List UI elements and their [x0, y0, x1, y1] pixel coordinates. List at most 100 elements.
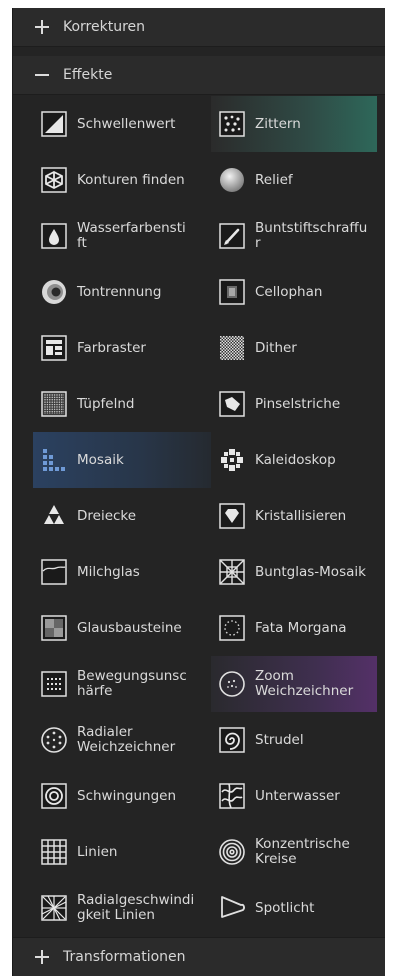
- effects-row: Glausbausteine Fata Morgana: [13, 600, 385, 656]
- effect-swirl[interactable]: Strudel: [211, 712, 385, 768]
- section-transformationen[interactable]: Transformationen: [13, 937, 385, 976]
- stipple-icon: [39, 389, 69, 419]
- effect-concentric-circles[interactable]: Konzentrische Kreise: [211, 824, 385, 880]
- effect-label: Glausbausteine: [77, 619, 182, 636]
- motion-blur-icon: [39, 669, 69, 699]
- collapse-minus-icon: [35, 68, 49, 82]
- effect-label: Relief: [255, 171, 293, 188]
- effect-lines[interactable]: Linien: [33, 824, 211, 880]
- cellophane-icon: [217, 277, 247, 307]
- effects-row: Bewegungsunsc härfe Zoom Weichzeichner: [13, 656, 385, 712]
- effects-row: Wasserfarbensti ft Buntstiftschraffu r: [13, 208, 385, 264]
- section-korrekturen[interactable]: Korrekturen: [13, 8, 385, 47]
- effect-mosaic[interactable]: Mosaik: [33, 432, 211, 488]
- effect-label: Schwellenwert: [77, 115, 176, 132]
- effect-cellophane[interactable]: Cellophan: [211, 264, 385, 320]
- frosted-glass-icon: [39, 557, 69, 587]
- effect-kaleidoscope[interactable]: Kaleidoskop: [211, 432, 385, 488]
- expand-plus-icon: [35, 950, 49, 964]
- effect-stained-glass[interactable]: Buntglas-Mosaik: [211, 544, 385, 600]
- posterize-icon: [39, 277, 69, 307]
- find-edges-icon: [39, 165, 69, 195]
- effect-zoom-blur[interactable]: Zoom Weichzeichner: [211, 656, 385, 712]
- effects-row: Dreiecke Kristallisieren: [13, 488, 385, 544]
- zoom-blur-icon: [217, 669, 247, 699]
- effect-label: Schwingungen: [77, 787, 177, 804]
- effects-row: Linien Konzentrische Kreise: [13, 824, 385, 880]
- effect-label: Linien: [77, 843, 118, 860]
- concentric-circles-icon: [217, 837, 247, 867]
- effect-label: Unterwasser: [255, 787, 340, 804]
- mosaic-icon: [39, 445, 69, 475]
- effect-threshold[interactable]: Schwellenwert: [33, 96, 211, 152]
- effect-label: Dreiecke: [77, 507, 137, 524]
- effect-ripple[interactable]: Schwingungen: [33, 768, 211, 824]
- effect-posterize[interactable]: Tontrennung: [33, 264, 211, 320]
- lines-icon: [39, 837, 69, 867]
- effect-label: Fata Morgana: [255, 619, 347, 636]
- effect-watercolor[interactable]: Wasserfarbensti ft: [33, 208, 211, 264]
- effect-jitter[interactable]: Zittern: [211, 96, 385, 152]
- effect-label: Kristallisieren: [255, 507, 347, 524]
- effect-radial-blur[interactable]: Radialer Weichzeichner: [33, 712, 211, 768]
- effects-row: Tontrennung Cellophan: [13, 264, 385, 320]
- spotlight-icon: [217, 893, 247, 923]
- effect-label: Wasserfarbensti ft: [77, 220, 186, 251]
- jitter-icon: [217, 109, 247, 139]
- pencil-hatch-icon: [217, 221, 247, 251]
- section-effekte-label: Effekte: [63, 67, 113, 83]
- relief-icon: [217, 165, 247, 195]
- effect-label: Buntstiftschraffu r: [255, 220, 368, 251]
- effect-motion-blur[interactable]: Bewegungsunsc härfe: [33, 656, 211, 712]
- stained-glass-icon: [217, 557, 247, 587]
- effects-row: Schwellenwert Zittern: [13, 96, 385, 152]
- effect-label: Spotlicht: [255, 899, 315, 916]
- effect-pencil-hatch[interactable]: Buntstiftschraffu r: [211, 208, 385, 264]
- effect-label: Zoom Weichzeichner: [255, 668, 354, 699]
- crystallize-icon: [217, 501, 247, 531]
- swirl-icon: [217, 725, 247, 755]
- effect-label: Kaleidoskop: [255, 451, 336, 468]
- effect-label: Tüpfelnd: [77, 395, 135, 412]
- effects-row: Radialer Weichzeichner Strudel: [13, 712, 385, 768]
- effect-label: Zittern: [255, 115, 301, 132]
- effect-crystallize[interactable]: Kristallisieren: [211, 488, 385, 544]
- effects-row: Farbraster Dither: [13, 320, 385, 376]
- ripple-icon: [39, 781, 69, 811]
- effect-mirage[interactable]: Fata Morgana: [211, 600, 385, 656]
- effect-triangles[interactable]: Dreiecke: [33, 488, 211, 544]
- color-halftone-icon: [39, 333, 69, 363]
- section-korrekturen-label: Korrekturen: [63, 19, 146, 35]
- effect-label: Bewegungsunsc härfe: [77, 668, 187, 699]
- effect-underwater[interactable]: Unterwasser: [211, 768, 385, 824]
- effect-color-halftone[interactable]: Farbraster: [33, 320, 211, 376]
- effects-row: Konturen finden Relief: [13, 152, 385, 208]
- effect-dither[interactable]: Dither: [211, 320, 385, 376]
- effect-label: Dither: [255, 339, 297, 356]
- mirage-icon: [217, 613, 247, 643]
- effect-label: Mosaik: [77, 451, 124, 468]
- section-transformationen-label: Transformationen: [63, 949, 186, 965]
- effect-label: Konturen finden: [77, 171, 185, 188]
- effect-radial-speed-lines[interactable]: Radialgeschwindi gkeit Linien: [33, 880, 211, 936]
- section-effekte[interactable]: Effekte: [13, 56, 385, 95]
- scrollbar[interactable]: [377, 96, 385, 941]
- kaleidoscope-icon: [217, 445, 247, 475]
- radial-blur-icon: [39, 725, 69, 755]
- effect-relief[interactable]: Relief: [211, 152, 385, 208]
- effect-frosted-glass[interactable]: Milchglas: [33, 544, 211, 600]
- effect-brush-strokes[interactable]: Pinselstriche: [211, 376, 385, 432]
- effect-label: Strudel: [255, 731, 304, 748]
- expand-plus-icon: [35, 20, 49, 34]
- effect-label: Konzentrische Kreise: [255, 836, 350, 867]
- effect-glass-blocks[interactable]: Glausbausteine: [33, 600, 211, 656]
- effect-label: Pinselstriche: [255, 395, 341, 412]
- effect-spotlight[interactable]: Spotlicht: [211, 880, 385, 936]
- effect-label: Radialer Weichzeichner: [77, 724, 176, 755]
- threshold-icon: [39, 109, 69, 139]
- effect-find-edges[interactable]: Konturen finden: [33, 152, 211, 208]
- effect-label: Cellophan: [255, 283, 323, 300]
- effect-stipple[interactable]: Tüpfelnd: [33, 376, 211, 432]
- brush-strokes-icon: [217, 389, 247, 419]
- effect-label: Farbraster: [77, 339, 146, 356]
